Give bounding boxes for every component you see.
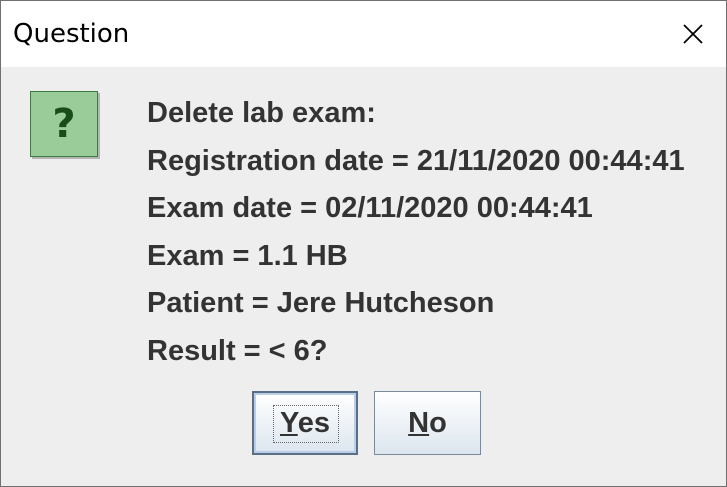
no-mnemonic: N [408, 406, 430, 439]
no-button[interactable]: No [374, 391, 481, 455]
close-button[interactable] [668, 9, 718, 59]
no-button-label: No [408, 407, 447, 440]
message-line-heading: Delete lab exam: [147, 97, 376, 129]
question-icon-glyph: ? [52, 101, 76, 147]
yes-button-label: Yes [280, 407, 330, 440]
question-dialog: Question ? Delete lab exam: Registration… [0, 0, 727, 487]
title-bar[interactable]: Question [1, 1, 726, 67]
message-line-exam: Exam = 1.1 HB [147, 239, 348, 272]
dialog-title: Question [13, 19, 130, 49]
yes-button[interactable]: Yes [252, 391, 358, 455]
yes-label-rest: es [297, 406, 330, 439]
no-label-rest: o [429, 406, 447, 439]
message-line-patient: Patient = Jere Hutcheson [147, 287, 495, 319]
close-icon [683, 24, 703, 44]
yes-mnemonic: Y [279, 406, 298, 439]
message-body: Delete lab exam: Registration date = 21/… [147, 93, 685, 378]
message-line-exam-date: Exam date = 02/11/2020 00:44:41 [147, 192, 593, 224]
message-line-result: Result = < 6? [147, 334, 328, 367]
question-icon: ? [30, 91, 98, 157]
message-line-registration-date: Registration date = 21/11/2020 00:44:41 [147, 144, 685, 177]
